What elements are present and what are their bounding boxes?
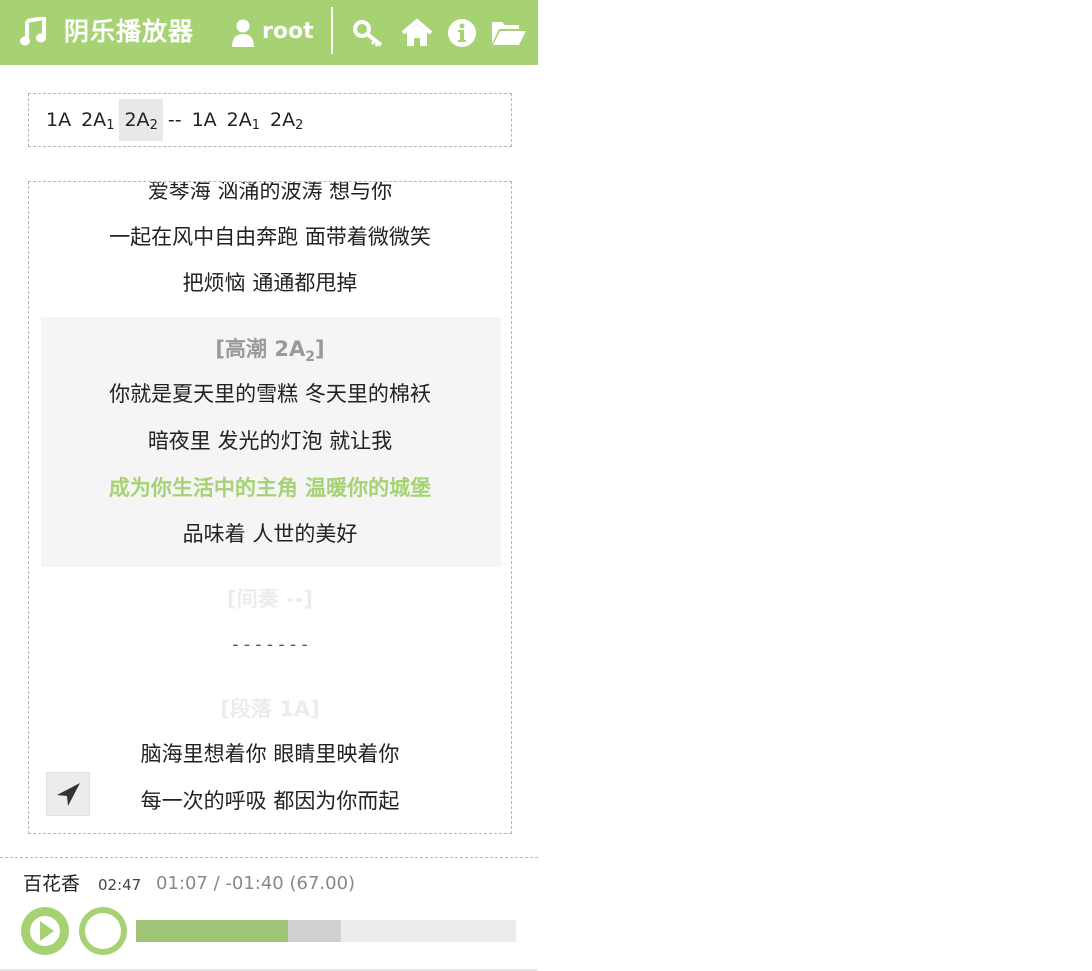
section-label-interlude: [间奏 --]	[227, 587, 313, 611]
location-arrow-icon	[57, 783, 80, 806]
info-icon[interactable]	[446, 18, 478, 48]
lyric-line: 爱琴海 汹涌的波涛 想与你	[147, 181, 393, 203]
segment-label: 2A	[81, 109, 107, 131]
lyric-line: 把烦恼 通通都甩掉	[182, 271, 358, 295]
lyric-line: 一起在风中自由奔跑 面带着微微笑	[109, 225, 431, 249]
user-name[interactable]: root	[262, 16, 314, 48]
section-label-text: [高潮 2A	[215, 337, 306, 361]
structure-segments: 1A 2A 1 2A 2 -- 1A 2A 1 2A 2	[41, 99, 308, 141]
section-label-chorus: [高潮 2A2]	[29, 334, 511, 367]
structure-separator: --	[167, 109, 182, 131]
segment-subscript: 2	[295, 117, 304, 133]
segment-label: 2A	[124, 109, 150, 131]
play-button[interactable]	[21, 907, 69, 955]
user-icon	[232, 19, 254, 47]
segment-label: 2A	[270, 109, 296, 131]
header-bar: 阴乐播放器 root	[0, 0, 538, 65]
segment-subscript: 1	[106, 117, 115, 133]
locate-current-button[interactable]	[46, 772, 90, 816]
song-title: 百花香	[23, 873, 81, 895]
segment-label: 1A	[46, 109, 72, 131]
lyric-line-current: 成为你生活中的主角 温暖你的城堡	[108, 476, 432, 500]
segment-label: 2A	[226, 109, 252, 131]
structure-segment[interactable]: 2A 1	[76, 99, 119, 141]
music-note-icon[interactable]	[20, 17, 46, 47]
key-icon[interactable]	[352, 18, 384, 48]
folder-open-icon[interactable]	[491, 18, 527, 48]
lyrics-panel[interactable]: 爱琴海 汹涌的波涛 想与你 一起在风中自由奔跑 面带着微微笑 把烦恼 通通都甩掉…	[28, 181, 512, 834]
structure-segment[interactable]: 1A	[187, 99, 222, 141]
segment-subscript: 1	[251, 117, 261, 133]
header-divider	[331, 7, 333, 54]
interlude-line: - - - - - - -	[232, 635, 308, 655]
section-label-sub: 2	[305, 349, 315, 365]
song-structure-bar: 1A 2A 1 2A 2 -- 1A 2A 1 2A 2	[28, 93, 512, 147]
lyric-line: 品味着 人世的美好	[182, 522, 358, 546]
lyric-line: 你就是夏天里的雪糕 冬天里的棉袄	[109, 382, 431, 406]
lyric-line: 脑海里想着你 眼睛里映着你	[140, 742, 400, 766]
section-label-close: ]	[314, 337, 325, 361]
progress-fill	[136, 920, 288, 942]
progress-bar[interactable]	[136, 920, 516, 942]
structure-segment[interactable]: 2A 1	[222, 99, 265, 141]
lyric-line: 每一次的呼吸 都因为你而起	[140, 789, 400, 813]
footer-divider	[0, 857, 538, 858]
home-icon[interactable]	[401, 18, 433, 48]
lyric-line: 暗夜里 发光的灯泡 就让我	[147, 429, 393, 453]
section-label-verse: [段落 1A]	[220, 697, 320, 721]
song-duration: 02:47	[98, 876, 142, 894]
loop-toggle-button[interactable]	[79, 907, 127, 955]
structure-segment[interactable]: 1A	[41, 99, 76, 141]
player-app: 阴乐播放器 root 1A2A12A2--1A2A12A2	[0, 0, 538, 971]
segment-subscript: 2	[149, 117, 158, 133]
segment-label: 1A	[191, 109, 217, 131]
structure-segment[interactable]: 2A 2	[119, 99, 163, 141]
app-title: 阴乐播放器	[64, 17, 195, 46]
structure-segment[interactable]: 2A 2	[265, 99, 308, 141]
progress-text: 01:07 / -01:40 (67.00)	[156, 873, 356, 894]
